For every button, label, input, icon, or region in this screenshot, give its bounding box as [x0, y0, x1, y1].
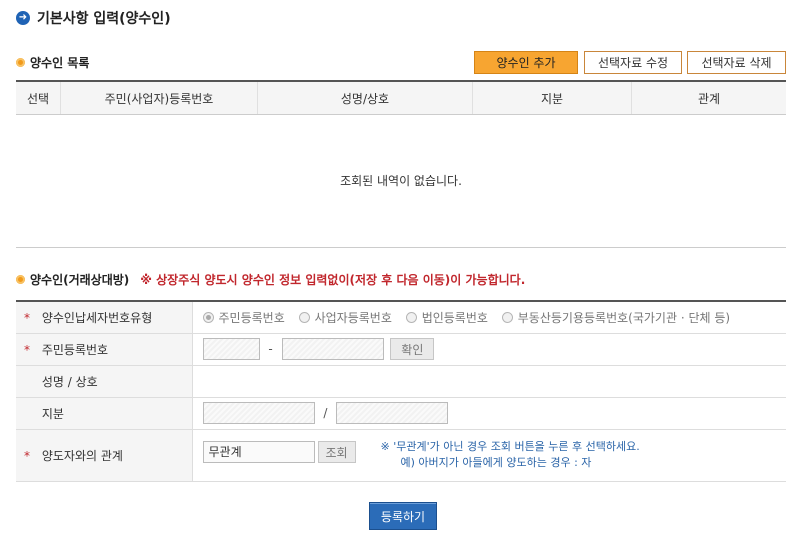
form-row-id: * 주민등록번호 - 확인: [16, 333, 786, 366]
form-label-cell: * 양도자와의 관계: [16, 429, 193, 482]
empty-list-area: 조회된 내역이 없습니다.: [16, 114, 786, 248]
required-mark: *: [24, 342, 30, 357]
list-section-title: 양수인 목록: [30, 56, 90, 70]
form-row-type: * 양수인납세자번호유형 주민등록번호 사업자등록번호 법인등록번호 부동산등기…: [16, 300, 786, 334]
form-label-cell: * 주민등록번호: [16, 333, 193, 366]
relation-inputs: 무관계 조회 ※ '무관계'가 아닌 경우 조회 버튼을 누른 후 선택하세요.…: [192, 429, 786, 482]
form-warning: ※ 상장주식 양도시 양수인 정보 입력없이(저장 후 다음 이동)이 가능합니…: [140, 273, 526, 287]
id-separator: -: [268, 342, 273, 356]
form-section-header: 양수인(거래상대방) ※ 상장주식 양도시 양수인 정보 입력없이(저장 후 다…: [16, 271, 525, 288]
column-header-id: 주민(사업자)등록번호: [60, 80, 258, 115]
table-header-row: 선택 주민(사업자)등록번호 성명/상호 지분 관계: [16, 80, 786, 115]
bullet-icon: [16, 275, 25, 284]
add-transferee-button[interactable]: 양수인 추가: [474, 51, 578, 74]
radio-icon: [405, 311, 417, 323]
radio-icon: [202, 311, 214, 323]
bullet-icon: [16, 58, 25, 67]
page-header: ➜ 기본사항 입력(양수인): [16, 9, 171, 27]
form-label-cell: * 양수인납세자번호유형: [16, 300, 193, 334]
name-label: 성명 / 상호: [41, 374, 98, 389]
share-label: 지분: [41, 406, 64, 421]
required-mark: *: [24, 310, 30, 325]
id-back-input[interactable]: [281, 338, 384, 360]
column-header-select: 선택: [16, 80, 61, 115]
arrow-right-circle-icon: ➜: [16, 11, 30, 25]
share-denominator-input[interactable]: [336, 402, 449, 424]
empty-message: 조회된 내역이 없습니다.: [340, 174, 462, 188]
radio-label: 법인등록번호: [421, 310, 488, 325]
id-label: 주민등록번호: [41, 342, 109, 357]
register-button[interactable]: 등록하기: [369, 502, 437, 530]
delete-selected-button[interactable]: 선택자료 삭제: [687, 51, 786, 74]
lookup-button[interactable]: 조회: [317, 441, 356, 463]
transferee-form: * 양수인납세자번호유형 주민등록번호 사업자등록번호 법인등록번호 부동산등기…: [16, 300, 786, 482]
column-header-name: 성명/상호: [257, 80, 473, 115]
share-inputs: /: [192, 397, 786, 430]
radio-label: 주민등록번호: [218, 310, 285, 325]
radio-icon: [298, 311, 310, 323]
confirm-button[interactable]: 확인: [390, 338, 435, 360]
list-section-header: 양수인 목록: [16, 54, 89, 71]
type-label: 양수인납세자번호유형: [41, 310, 153, 325]
form-label-cell: 지분: [16, 397, 193, 430]
radio-option-business[interactable]: 사업자등록번호: [298, 309, 392, 326]
relation-note-line2: 예) 아버지가 아들에게 양도하는 경우 : 자: [400, 456, 592, 469]
page-title: 기본사항 입력(양수인): [37, 11, 171, 27]
relation-note: ※ '무관계'가 아닌 경우 조회 버튼을 누른 후 선택하세요. 예) 아버지…: [381, 439, 640, 471]
required-mark: *: [24, 448, 30, 463]
transferee-table: 선택 주민(사업자)등록번호 성명/상호 지분 관계: [16, 80, 786, 115]
radio-label: 부동산등기용등록번호(국가기관 · 단체 등): [517, 310, 731, 325]
relation-note-line1: ※ '무관계'가 아닌 경우 조회 버튼을 누른 후 선택하세요.: [380, 440, 640, 453]
form-row-name: 성명 / 상호: [16, 365, 786, 398]
radio-option-real-estate[interactable]: 부동산등기용등록번호(국가기관 · 단체 등): [501, 309, 731, 326]
column-header-share: 지분: [472, 80, 632, 115]
relation-input[interactable]: 무관계: [202, 441, 315, 463]
form-label-cell: 성명 / 상호: [16, 365, 193, 398]
id-inputs: - 확인: [192, 333, 786, 366]
share-separator: /: [323, 406, 328, 420]
radio-option-resident[interactable]: 주민등록번호: [202, 309, 285, 326]
radio-label: 사업자등록번호: [314, 310, 392, 325]
share-numerator-input[interactable]: [202, 402, 315, 424]
form-row-relation: * 양도자와의 관계 무관계 조회 ※ '무관계'가 아닌 경우 조회 버튼을 …: [16, 429, 786, 482]
column-header-relation: 관계: [631, 80, 786, 115]
radio-icon: [501, 311, 513, 323]
name-value: [192, 365, 786, 398]
id-front-input[interactable]: [202, 338, 260, 360]
type-options: 주민등록번호 사업자등록번호 법인등록번호 부동산등기용등록번호(국가기관 · …: [192, 300, 786, 334]
radio-option-corporation[interactable]: 법인등록번호: [405, 309, 488, 326]
form-row-share: 지분 /: [16, 397, 786, 430]
form-section-title: 양수인(거래상대방): [30, 273, 130, 287]
edit-selected-button[interactable]: 선택자료 수정: [584, 51, 682, 74]
relation-label: 양도자와의 관계: [41, 448, 123, 463]
